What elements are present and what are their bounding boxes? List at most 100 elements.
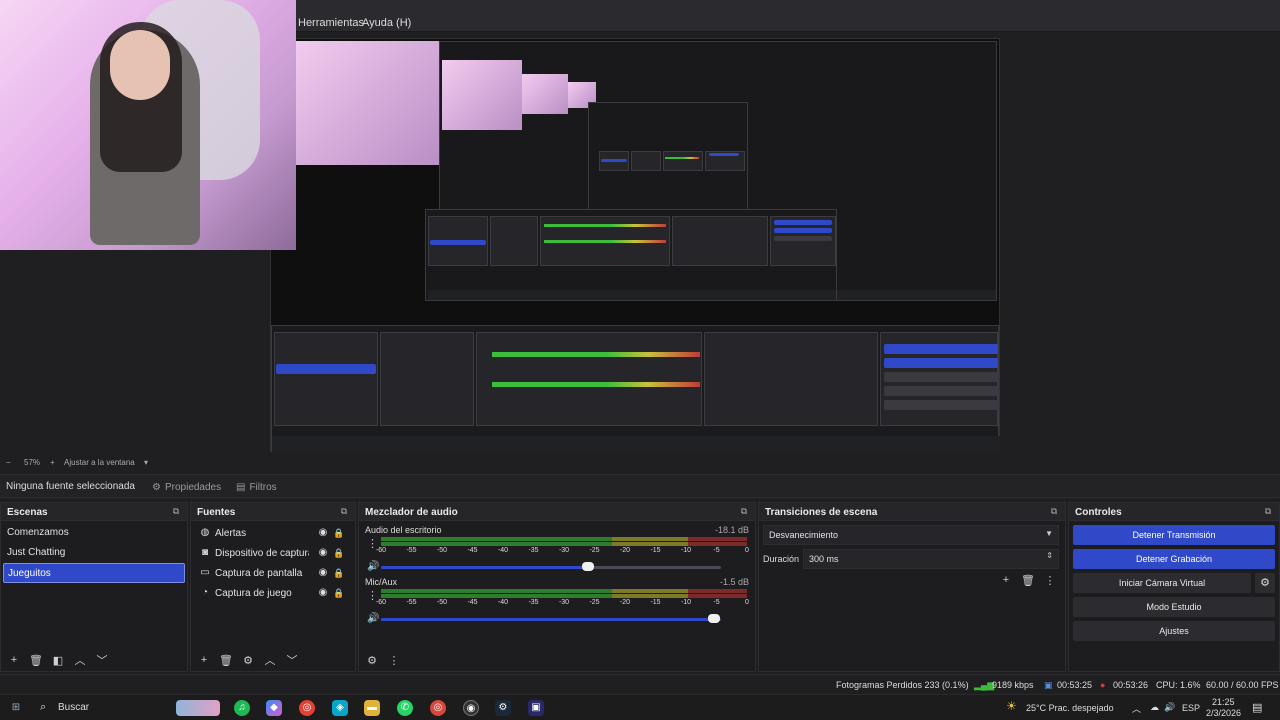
scene-item-jueguitos[interactable]: Jueguitos: [3, 563, 185, 583]
chevron-up-icon[interactable]: ︿: [263, 653, 277, 667]
filter-icon[interactable]: ◧: [51, 653, 65, 667]
spin-arrows-icon[interactable]: ⇕: [1046, 551, 1053, 560]
meter-tick-label: -5: [713, 547, 720, 554]
settings-button[interactable]: Ajustes: [1073, 621, 1275, 641]
notification-icon[interactable]: ▤: [1252, 701, 1262, 714]
lock-icon[interactable]: 🔒: [333, 547, 345, 559]
meter-tick-label: -45: [467, 547, 478, 554]
add-source-icon[interactable]: +: [197, 653, 211, 667]
menu-tools[interactable]: Herramientas: [298, 17, 364, 29]
meter-scale: -60 -55 -50 -45 -40 -35 -30 -25 -20 -15 -10 -5 0: [376, 547, 749, 557]
lock-icon[interactable]: 🔒: [333, 587, 345, 599]
language-indicator[interactable]: ESP: [1182, 703, 1200, 713]
volume-icon[interactable]: 🔊: [1164, 702, 1175, 713]
eye-icon[interactable]: ◉: [317, 527, 329, 539]
taskbar-search[interactable]: ⌕ Buscar: [34, 695, 164, 720]
menu-help[interactable]: Ayuda (H): [362, 17, 411, 29]
spotify-icon[interactable]: ♫: [234, 700, 250, 716]
float-dock-icon[interactable]: ⧉: [1049, 506, 1059, 516]
more-vertical-icon[interactable]: ⋮: [367, 589, 378, 603]
float-dock-icon[interactable]: ⧉: [171, 506, 181, 516]
obs-icon[interactable]: ◉: [463, 700, 479, 716]
network-icon[interactable]: ☁: [1150, 702, 1159, 713]
steam-icon[interactable]: ⚙: [495, 700, 511, 716]
zoom-out-icon[interactable]: −: [6, 458, 11, 467]
gear-icon[interactable]: ⚙: [241, 653, 255, 667]
whatsapp-icon[interactable]: ✆: [397, 700, 413, 716]
float-dock-icon[interactable]: ⧉: [1263, 506, 1273, 516]
add-icon[interactable]: +: [999, 573, 1013, 587]
nested-band: [271, 325, 1000, 452]
clock-time[interactable]: 21:25: [1212, 697, 1235, 707]
chrome-profile-icon[interactable]: ◎: [430, 700, 446, 716]
delete-icon[interactable]: 🗑: [29, 653, 43, 667]
source-item-game-capture[interactable]: ◔ Captura de juego ◉ 🔒: [197, 583, 349, 603]
stop-record-button[interactable]: Detener Grabación: [1073, 549, 1275, 569]
transition-select-box[interactable]: Desvanecimiento: [763, 525, 1059, 545]
stop-stream-button[interactable]: Detener Transmisión: [1073, 525, 1275, 545]
volume-slider[interactable]: [381, 562, 721, 571]
app-icon[interactable]: ▣: [528, 700, 544, 716]
meter-tick-label: -10: [680, 599, 692, 606]
preview-canvas[interactable]: [270, 38, 1000, 452]
chevron-down-icon[interactable]: ﹀: [285, 653, 299, 667]
float-dock-icon[interactable]: ⧉: [339, 506, 349, 516]
gear-icon[interactable]: ⚙: [1255, 573, 1275, 593]
meter-tick-label: -25: [589, 547, 600, 554]
chrome-icon[interactable]: ◎: [299, 700, 315, 716]
preview-area[interactable]: [0, 0, 1280, 452]
shield-icon[interactable]: ◈: [332, 700, 348, 716]
chevron-up-icon[interactable]: ︿: [73, 653, 87, 667]
delete-icon[interactable]: 🗑: [219, 653, 233, 667]
band-btn-settings: [884, 400, 998, 410]
mixer-dock: Mezclador de audio ⧉ Audio del escritori…: [358, 502, 756, 672]
float-dock-icon[interactable]: ⧉: [739, 506, 749, 516]
volume-slider-knob[interactable]: [582, 562, 595, 571]
lock-icon[interactable]: 🔒: [333, 567, 345, 579]
studio-mode-button[interactable]: Modo Estudio: [1073, 597, 1275, 617]
more-vertical-icon[interactable]: ⋮: [387, 653, 401, 667]
windows-start-icon[interactable]: ⊞: [8, 700, 24, 716]
source-item-video-capture[interactable]: ◙ Dispositivo de captura de vídeo ◉ 🔒: [197, 543, 349, 563]
eye-icon[interactable]: ◉: [317, 567, 329, 579]
copilot-icon[interactable]: ◆: [266, 700, 282, 716]
lock-icon[interactable]: 🔒: [333, 527, 345, 539]
transition-selected: Desvanecimiento: [769, 530, 839, 540]
delete-icon[interactable]: 🗑: [1021, 573, 1035, 587]
more-vertical-icon[interactable]: ⋮: [1043, 573, 1057, 587]
add-scene-icon[interactable]: +: [7, 653, 21, 667]
speaker-icon[interactable]: 🔊: [367, 561, 379, 573]
eye-icon[interactable]: ◉: [317, 587, 329, 599]
meter-yellow-2: [611, 542, 689, 546]
more-vertical-icon[interactable]: ⋮: [367, 537, 378, 551]
volume-slider[interactable]: [381, 614, 721, 623]
meter-tick-label: -50: [436, 547, 448, 554]
filters-button[interactable]: ▤ Filtros: [230, 477, 283, 497]
speaker-icon[interactable]: 🔊: [367, 613, 379, 625]
source-item-screen-capture[interactable]: ▭ Captura de pantalla ◉ 🔒: [197, 563, 349, 583]
nested-selected-scene: [601, 159, 627, 162]
weather-text[interactable]: 25°C Prac. despejado: [1026, 703, 1114, 713]
transition-select[interactable]: Desvanecimiento ▼: [763, 525, 1059, 545]
folder-icon[interactable]: ▬: [364, 700, 380, 716]
duration-spinbox[interactable]: 300 ms: [803, 549, 1059, 569]
channel-name: Mic/Aux: [365, 577, 398, 587]
band-sources: [380, 332, 474, 426]
scene-item-just-chatting[interactable]: Just Chatting: [3, 543, 185, 563]
advanced-audio-icon[interactable]: ⚙: [365, 653, 379, 667]
source-item-alertas[interactable]: ◍ Alertas ◉ 🔒: [197, 523, 349, 543]
eye-icon[interactable]: ◉: [317, 547, 329, 559]
properties-button[interactable]: ⚙ Propiedades: [146, 477, 227, 497]
zoom-in-icon[interactable]: +: [50, 458, 55, 467]
virtual-camera-button[interactable]: Iniciar Cámara Virtual: [1073, 573, 1251, 593]
fit-window-select[interactable]: Ajustar a la ventana: [64, 458, 135, 467]
volume-slider-knob[interactable]: [708, 614, 721, 623]
chevron-down-icon[interactable]: ▾: [144, 458, 148, 467]
weather-icon: ☀: [1006, 699, 1017, 713]
scene-item-comenzamos[interactable]: Comenzamos: [3, 523, 185, 543]
mixer-toolbar: ⚙ ⋮: [359, 649, 755, 671]
clock-date[interactable]: 2/3/2026: [1206, 708, 1241, 718]
chevron-up-icon[interactable]: ︿: [1132, 702, 1141, 715]
chevron-down-icon[interactable]: ﹀: [95, 653, 109, 667]
nested-meter: [665, 157, 699, 159]
